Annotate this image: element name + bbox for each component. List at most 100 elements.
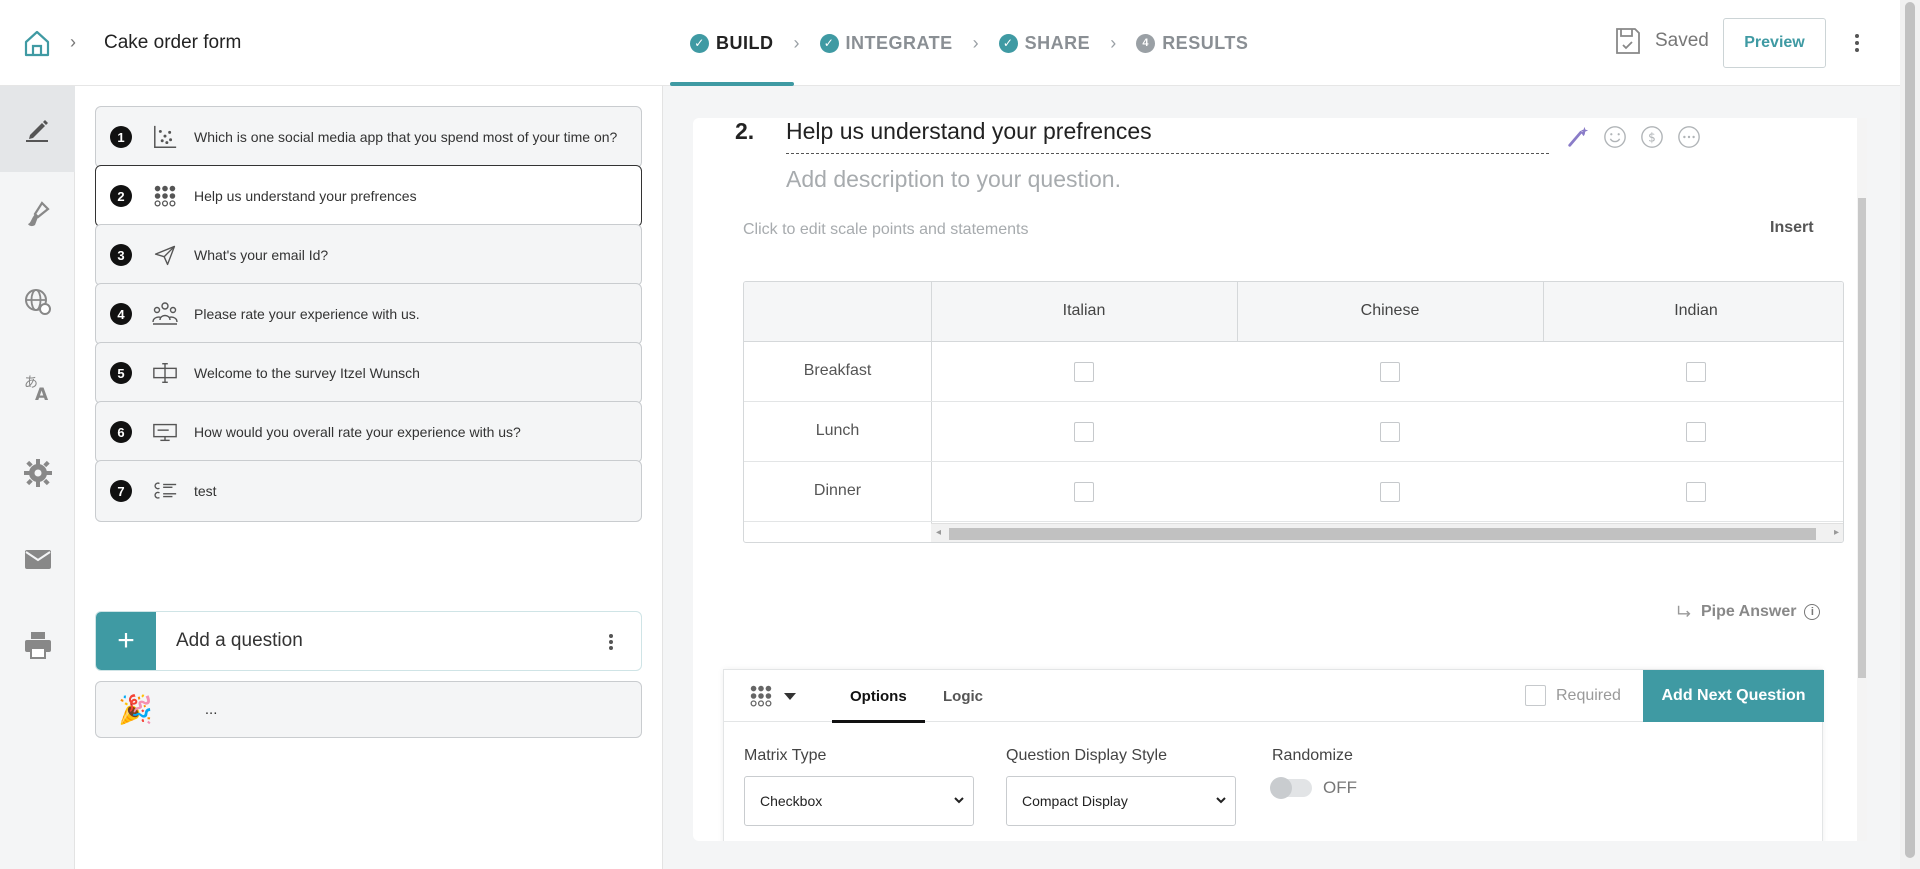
column-header[interactable]: Italian — [931, 302, 1237, 320]
question-text: Please rate your experience with us. — [194, 306, 420, 322]
side-nav: あA — [0, 86, 75, 869]
more-options-icon[interactable] — [1850, 30, 1864, 56]
matrix-checkbox[interactable] — [1686, 482, 1706, 502]
editor-scrollbar[interactable] — [1857, 118, 1867, 841]
insert-button[interactable]: Insert — [1770, 219, 1814, 237]
step-build[interactable]: ✓ BUILD — [670, 0, 794, 86]
question-card[interactable]: 4 Please rate your experience with us. — [95, 283, 642, 345]
toggle-knob[interactable] — [1270, 777, 1292, 799]
checkbox[interactable] — [1525, 685, 1546, 706]
pipe-answer-button[interactable]: Pipe Answer i — [1675, 603, 1821, 621]
select-value: Checkbox — [760, 793, 823, 809]
row-label[interactable]: Lunch — [744, 422, 931, 440]
translate-icon[interactable]: あA — [0, 344, 75, 430]
matrix-checkbox[interactable] — [1074, 482, 1094, 502]
question-type-switcher[interactable] — [748, 683, 796, 709]
matrix-horizontal-scrollbar[interactable]: ◂ ▸ — [931, 523, 1843, 542]
step-integrate[interactable]: ✓ INTEGRATE — [800, 0, 973, 86]
question-tools: $ — [1565, 124, 1702, 150]
chevron-down-icon — [954, 797, 964, 804]
pipe-arrow-icon — [1677, 605, 1691, 618]
matrix-checkbox[interactable] — [1686, 362, 1706, 382]
row-label[interactable]: Breakfast — [744, 362, 931, 380]
preview-button[interactable]: Preview — [1723, 18, 1826, 68]
caret-down-icon — [784, 692, 796, 700]
question-title-input[interactable]: Help us understand your prefrences — [786, 118, 1549, 154]
matrix-checkbox[interactable] — [1074, 362, 1094, 382]
check-icon: ✓ — [998, 33, 1018, 53]
svg-text:$: $ — [1648, 131, 1656, 145]
printer-icon[interactable] — [0, 602, 75, 688]
paint-brush-icon[interactable] — [0, 172, 75, 258]
matrix-checkbox[interactable] — [1686, 422, 1706, 442]
globe-icon[interactable] — [0, 258, 75, 344]
gear-icon[interactable] — [0, 430, 75, 516]
toggle-track[interactable] — [1270, 777, 1312, 799]
tab-logic[interactable]: Logic — [943, 670, 983, 722]
svg-text:A: A — [35, 385, 49, 403]
question-card[interactable]: 5 Welcome to the survey Itzel Wunsch — [95, 342, 642, 404]
toggle-state: OFF — [1323, 778, 1357, 797]
smiley-icon[interactable] — [1602, 124, 1628, 150]
saved-label: Saved — [1655, 30, 1709, 51]
party-popper-icon: 🎉 — [118, 694, 153, 725]
scroll-right-icon[interactable]: ▸ — [1834, 527, 1839, 538]
question-card[interactable]: 1 Which is one social media app that you… — [95, 106, 642, 168]
step-share[interactable]: ✓ SHARE — [979, 0, 1111, 86]
question-number: 3 — [110, 244, 132, 266]
randomize-toggle[interactable]: OFF — [1270, 777, 1357, 799]
matrix-checkbox[interactable] — [1074, 422, 1094, 442]
pipe-answer-label: Pipe Answer — [1701, 603, 1797, 620]
question-card[interactable]: 6 How would you overall rate your experi… — [95, 401, 642, 463]
add-next-question-button[interactable]: Add Next Question — [1643, 670, 1824, 722]
question-number: 2. — [735, 118, 755, 144]
scrollbar-thumb[interactable] — [1858, 198, 1866, 678]
home-icon[interactable] — [22, 28, 52, 58]
more-options-icon[interactable] — [609, 634, 613, 650]
top-bar: › Cake order form ✓ BUILD › ✓ INTEGRATE … — [0, 0, 1900, 86]
page-scrollbar[interactable] — [1900, 0, 1920, 869]
monitor-icon — [151, 418, 179, 446]
info-icon[interactable]: i — [1804, 604, 1821, 620]
question-text: What's your email Id? — [194, 247, 329, 263]
magic-wand-icon[interactable] — [1565, 124, 1591, 150]
scrollbar-thumb[interactable] — [949, 528, 1816, 540]
display-style-label: Question Display Style — [1006, 747, 1167, 764]
question-text: test — [194, 483, 217, 499]
matrix-grid: Italian Chinese Indian Breakfast Lunch D… — [743, 281, 1844, 543]
required-checkbox[interactable]: Required — [1525, 685, 1621, 706]
more-icon[interactable] — [1676, 124, 1702, 150]
row-label[interactable]: Dinner — [744, 482, 931, 500]
scroll-left-icon[interactable]: ◂ — [936, 527, 941, 538]
people-icon — [151, 300, 179, 328]
column-header[interactable]: Indian — [1543, 302, 1843, 320]
question-card[interactable]: 2 Help us understand your prefrences — [95, 165, 642, 227]
question-description-input[interactable]: Add description to your question. — [786, 166, 1121, 193]
scrollbar-thumb[interactable] — [1905, 2, 1915, 858]
envelope-icon[interactable] — [0, 516, 75, 602]
question-card[interactable]: 3 What's your email Id? — [95, 224, 642, 286]
matrix-grid-icon — [151, 182, 179, 210]
form-title[interactable]: Cake order form — [104, 32, 241, 54]
add-question-button[interactable]: + Add a question — [95, 611, 642, 671]
dollar-icon[interactable]: $ — [1639, 124, 1665, 150]
matrix-checkbox[interactable] — [1380, 362, 1400, 382]
matrix-checkbox[interactable] — [1380, 422, 1400, 442]
step-results[interactable]: 4 RESULTS — [1116, 0, 1268, 86]
tab-options[interactable]: Options — [832, 670, 925, 723]
end-screen-card[interactable]: 🎉 ... — [95, 681, 642, 738]
check-icon: ✓ — [819, 33, 839, 53]
matrix-row: Dinner — [744, 462, 1843, 522]
end-screen-text: ... — [204, 701, 218, 718]
matrix-type-select[interactable]: Checkbox — [744, 776, 974, 826]
plus-icon: + — [96, 612, 156, 670]
matrix-checkbox[interactable] — [1380, 482, 1400, 502]
question-editor: 2. Help us understand your prefrences $ … — [693, 118, 1867, 841]
workflow-steps: ✓ BUILD › ✓ INTEGRATE › ✓ SHARE › 4 RESU… — [670, 0, 1268, 86]
column-header[interactable]: Chinese — [1237, 302, 1543, 320]
save-icon — [1616, 28, 1640, 54]
question-card[interactable]: 7 test — [95, 460, 642, 522]
pencil-icon[interactable] — [0, 86, 75, 172]
display-style-select[interactable]: Compact Display — [1006, 776, 1236, 826]
column-divider — [1237, 282, 1238, 342]
